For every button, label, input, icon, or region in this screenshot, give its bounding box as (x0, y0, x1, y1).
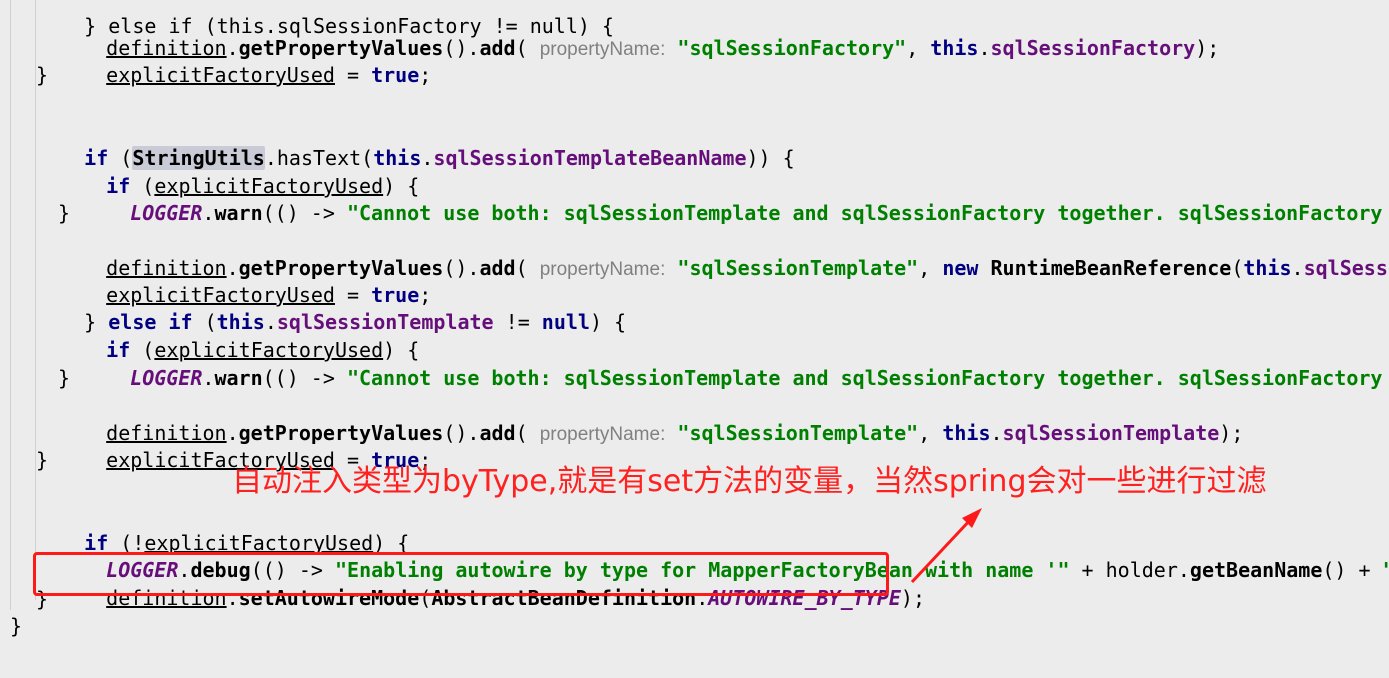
annotation-text: 自动注入类型为byType,就是有set方法的变量，当然spring会对一些进行… (232, 464, 1267, 499)
annotation-arrow-icon (910, 508, 982, 584)
